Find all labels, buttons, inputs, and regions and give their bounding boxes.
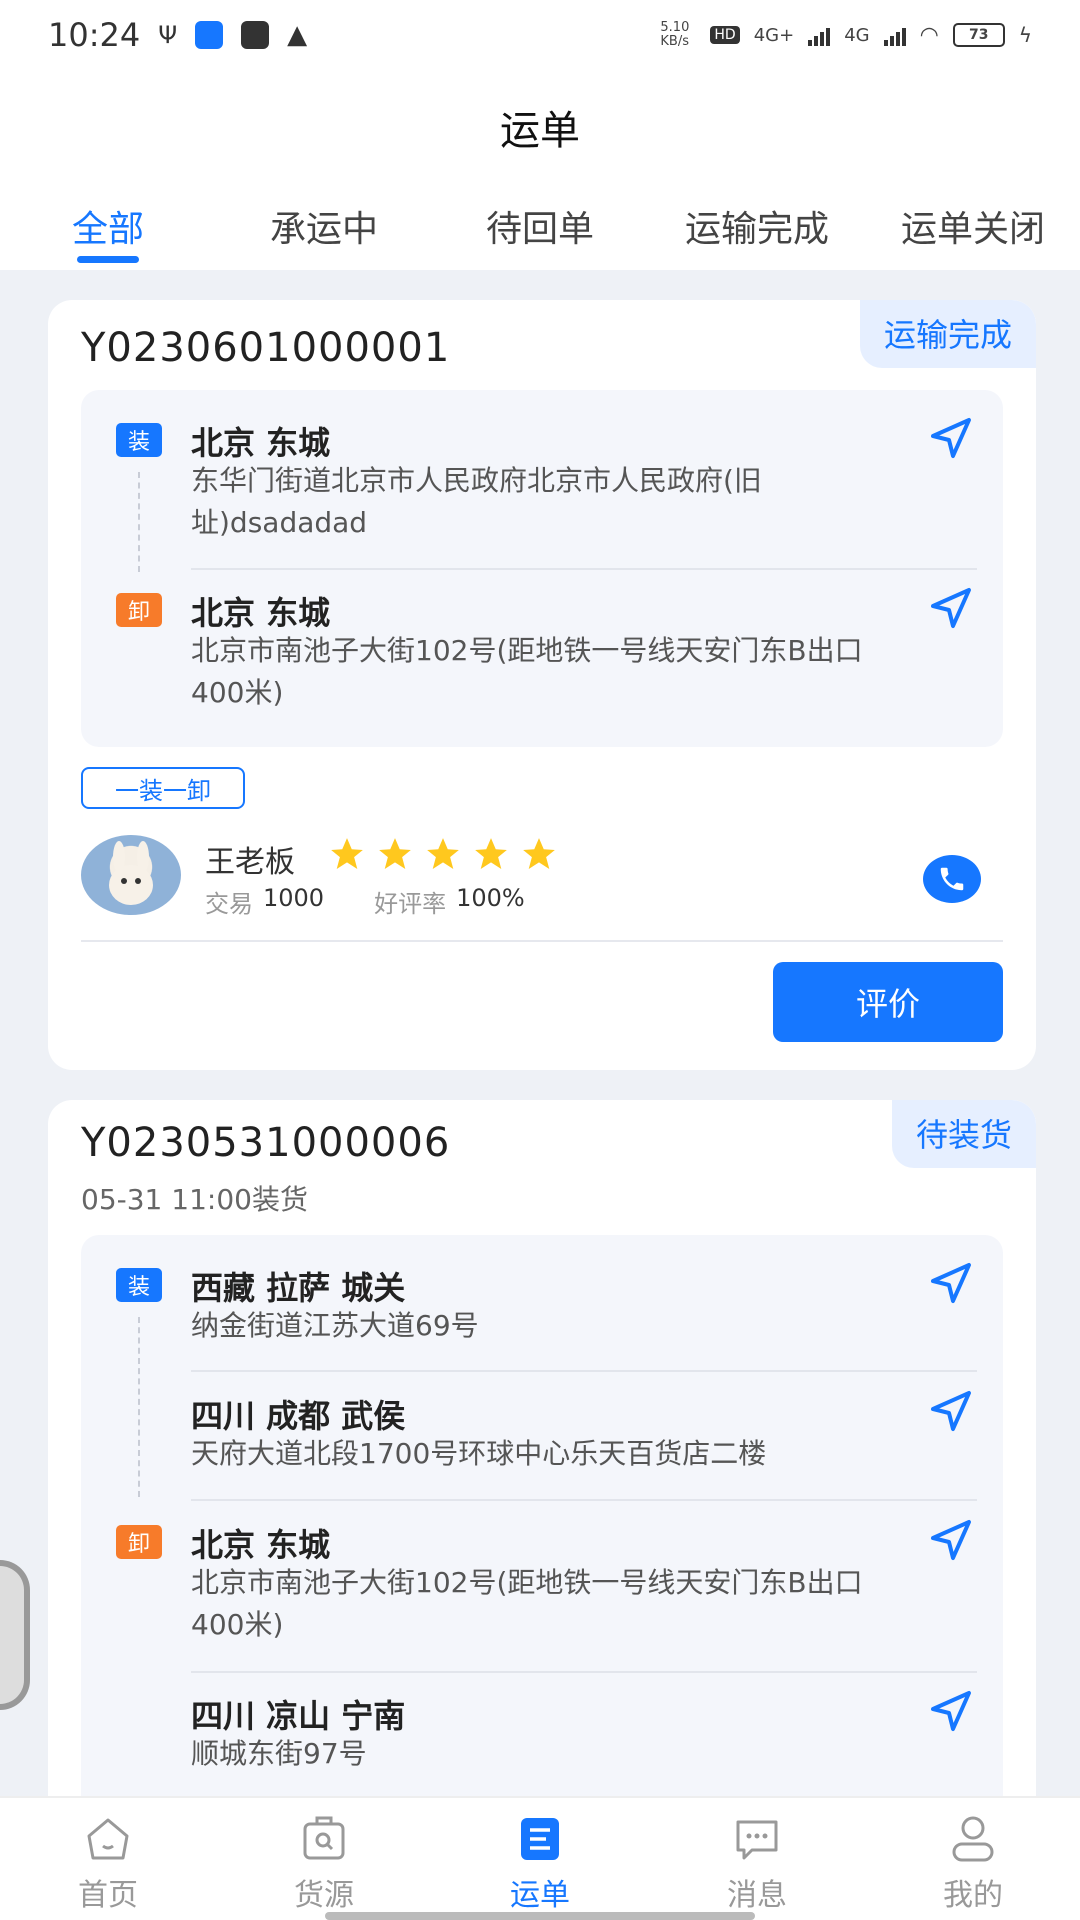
- rate-button[interactable]: 评价: [773, 962, 1003, 1042]
- stop-city: 四川 凉山 宁南: [191, 1697, 406, 1735]
- signal-icon: [808, 24, 831, 46]
- tabbar-messages[interactable]: 消息: [687, 1814, 827, 1914]
- stop-address: 纳金街道江苏大道69号: [191, 1309, 479, 1342]
- divider: [191, 1671, 977, 1673]
- tabbar-home[interactable]: 首页: [38, 1814, 178, 1914]
- warning-icon: ▲: [287, 20, 308, 50]
- battery-icon: 73: [952, 23, 1005, 47]
- star-icon: [331, 838, 363, 870]
- header: 运单 全部 承运中 待回单 运输完成 运单关闭: [0, 70, 1080, 270]
- tabbar-label: 我的: [943, 1878, 1003, 1913]
- tabbar-label: 货源: [294, 1878, 354, 1913]
- tab-all[interactable]: 全部: [72, 200, 144, 252]
- filter-tabs: 全部 承运中 待回单 运输完成 运单关闭: [0, 200, 1080, 270]
- divider: [191, 568, 977, 570]
- status-time: 10:24: [48, 16, 141, 54]
- status-badge: 待装货: [891, 1100, 1036, 1168]
- hd-icon: HD: [710, 26, 740, 44]
- signal-label-2: 4G: [844, 24, 870, 46]
- order-card[interactable]: 运输完成 Y0230601000001 装 北京 东城 东华门街道北京市人民政府…: [48, 300, 1036, 1070]
- star-icon: [427, 838, 459, 870]
- divider: [191, 1370, 977, 1372]
- stop-city: 西藏 拉萨 城关: [191, 1269, 406, 1307]
- edge-gesture-handle[interactable]: [0, 1560, 30, 1710]
- stop-address: 东华门街道北京市人民政府北京市人民政府(旧址)dsadadad: [191, 464, 762, 539]
- tabbar-profile[interactable]: 我的: [903, 1814, 1043, 1914]
- tab-order-closed[interactable]: 运单关闭: [901, 200, 1045, 252]
- route-box: 装 西藏 拉萨 城关 纳金街道江苏大道69号 四川 成都 武侯 天府大道北段17…: [81, 1235, 1003, 1820]
- navigate-icon[interactable]: [927, 414, 975, 462]
- signal-label-1: 4G+: [753, 24, 795, 46]
- app-notification-icon-2: [241, 21, 270, 49]
- home-icon: [87, 1818, 129, 1860]
- profile-icon: [952, 1816, 994, 1862]
- stop-city: 北京 东城: [191, 594, 331, 632]
- star-icon: [523, 838, 555, 870]
- service-type-badge: 一装一卸: [81, 767, 245, 809]
- route-line: [138, 472, 140, 572]
- avatar: [81, 835, 181, 915]
- stop-address: 北京市南池子大街102号(距地铁一号线天安门东B出口400米): [191, 1566, 863, 1641]
- divider: [81, 940, 1003, 942]
- status-bar: 10:24 Ψ ▲ 5.10 KB/s HD 4G+ 4G ◠ 73 ϟ: [0, 0, 1080, 70]
- stop-city: 四川 成都 武侯: [191, 1397, 406, 1435]
- tabbar-label: 首页: [78, 1878, 138, 1913]
- owner-stats: 交易 1000 好评率 100%: [205, 884, 525, 919]
- stop-address: 北京市南池子大街102号(距地铁一号线天安门东B出口400米): [191, 634, 863, 709]
- unload-tag: 卸: [116, 593, 162, 627]
- order-id: Y0230531000006: [81, 1120, 451, 1166]
- tabbar-waybill[interactable]: 运单: [470, 1814, 610, 1914]
- status-badge: 运输完成: [859, 300, 1036, 368]
- unload-tag: 卸: [116, 1525, 162, 1559]
- rating-stars: [328, 835, 558, 873]
- order-card[interactable]: 待装货 Y0230531000006 05-31 11:00装货 装 西藏 拉萨…: [48, 1100, 1036, 1820]
- load-tag: 装: [116, 1268, 162, 1302]
- stop-city: 北京 东城: [191, 424, 331, 462]
- tab-transport-complete[interactable]: 运输完成: [685, 200, 829, 252]
- tab-in-transit[interactable]: 承运中: [270, 200, 378, 252]
- owner-name: 王老板: [205, 845, 295, 880]
- signal-icon-2: [883, 24, 906, 46]
- bottom-tabbar: 首页 货源 运单 消息 我的: [0, 1796, 1080, 1920]
- tabbar-cargo[interactable]: 货源: [254, 1814, 394, 1914]
- star-icon: [379, 838, 411, 870]
- stop-address: 顺城东街97号: [191, 1737, 367, 1770]
- page-title: 运单: [500, 108, 580, 154]
- navigate-icon[interactable]: [927, 1687, 975, 1735]
- tab-pending-receipt[interactable]: 待回单: [486, 200, 594, 252]
- charging-icon: ϟ: [1018, 23, 1032, 47]
- divider: [191, 1499, 977, 1501]
- tabbar-label: 运单: [510, 1878, 570, 1913]
- message-icon: [736, 1820, 778, 1860]
- usb-icon: Ψ: [158, 21, 178, 49]
- home-indicator[interactable]: [325, 1912, 755, 1920]
- stop-address: 天府大道北段1700号环球中心乐天百货店二楼: [191, 1437, 767, 1470]
- navigate-icon[interactable]: [927, 1516, 975, 1564]
- order-id: Y0230601000001: [81, 325, 451, 371]
- active-tab-indicator: [77, 256, 139, 263]
- wifi-icon: ◠: [919, 22, 939, 48]
- call-button[interactable]: [923, 855, 981, 903]
- tabbar-label: 消息: [727, 1878, 787, 1913]
- praise-label: 好评率: [374, 890, 447, 918]
- star-icon: [475, 838, 507, 870]
- navigate-icon[interactable]: [927, 1387, 975, 1435]
- navigate-icon[interactable]: [927, 1259, 975, 1307]
- app-notification-icon: [195, 21, 224, 49]
- praise-rate: 100%: [456, 884, 525, 912]
- route-line: [138, 1317, 140, 1497]
- phone-icon: [940, 867, 964, 891]
- cargo-icon: [303, 1816, 345, 1860]
- trade-count: 1000: [263, 884, 325, 912]
- stop-city: 北京 东城: [191, 1526, 331, 1564]
- waybill-icon: [521, 1818, 559, 1860]
- load-tag: 装: [116, 423, 162, 457]
- route-box: 装 北京 东城 东华门街道北京市人民政府北京市人民政府(旧址)dsadadad …: [81, 390, 1003, 747]
- load-time: 05-31 11:00装货: [81, 1183, 308, 1216]
- trade-label: 交易: [205, 890, 253, 918]
- navigate-icon[interactable]: [927, 584, 975, 632]
- net-speed: 5.10 KB/s: [660, 20, 690, 49]
